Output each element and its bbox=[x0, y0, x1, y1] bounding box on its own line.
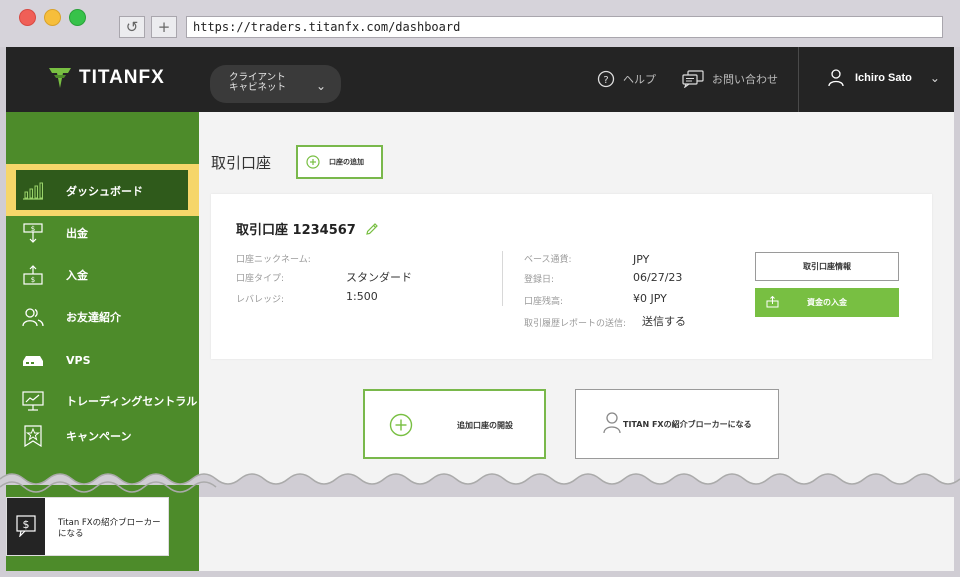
sidebar-item-label: お友達紹介 bbox=[66, 311, 121, 324]
registered-date-value: 06/27/23 bbox=[633, 271, 683, 284]
plus-circle-icon bbox=[306, 155, 320, 169]
trading-central-icon bbox=[22, 391, 44, 411]
contact-link[interactable]: お問い合わせ bbox=[682, 70, 778, 88]
deposit-funds-button[interactable]: 資金の入金 bbox=[755, 288, 899, 317]
main-content: 取引口座 口座の追加 取引口座 1234567 口座ニックネーム: 口座タイプ:… bbox=[199, 112, 954, 571]
new-tab-button[interactable]: + bbox=[151, 16, 177, 38]
chevron-down-icon: ⌄ bbox=[315, 79, 326, 93]
chat-icon bbox=[682, 70, 704, 88]
page-title: 取引口座 bbox=[211, 154, 272, 172]
sidebar-item-deposit[interactable]: $ 入金 bbox=[6, 255, 199, 295]
logo-text: TITANFX bbox=[79, 67, 165, 88]
contact-label: お問い合わせ bbox=[712, 73, 778, 86]
leverage-label: レバレッジ: bbox=[236, 295, 285, 305]
sidebar-item-campaign[interactable]: キャンペーン bbox=[6, 416, 199, 456]
sidebar-item-label: 出金 bbox=[66, 227, 88, 240]
user-name: Ichiro Sato bbox=[855, 72, 912, 84]
account-type-label: 口座タイプ: bbox=[236, 274, 285, 284]
help-icon: ? bbox=[597, 70, 615, 88]
chevron-down-icon: ⌄ bbox=[929, 71, 940, 85]
deposit-funds-label: 資金の入金 bbox=[807, 298, 847, 307]
sidebar-item-label: ダッシュボード bbox=[66, 185, 143, 198]
open-additional-account-button[interactable]: 追加口座の開設 bbox=[363, 389, 546, 459]
help-label: ヘルプ bbox=[623, 73, 656, 86]
svg-text:$: $ bbox=[23, 518, 30, 531]
svg-text:$: $ bbox=[31, 225, 35, 233]
report-label: 取引履歴レポートの送信: bbox=[524, 319, 627, 329]
send-report-link[interactable]: 送信する bbox=[642, 313, 686, 329]
sidebar-item-label: キャンペーン bbox=[66, 430, 132, 443]
sidebar-item-withdraw[interactable]: $ 出金 bbox=[6, 213, 199, 253]
balance-value: ¥0 JPY bbox=[633, 292, 667, 305]
sidebar-item-referral[interactable]: お友達紹介 bbox=[6, 297, 199, 337]
base-currency-value: JPY bbox=[633, 253, 650, 266]
nickname-label: 口座ニックネーム: bbox=[236, 255, 311, 265]
account-info-button[interactable]: 取引口座情報 bbox=[755, 252, 899, 281]
bar-chart-icon bbox=[23, 182, 43, 200]
user-icon bbox=[828, 69, 844, 87]
ib-promo-text: Titan FXの紹介ブローカーになる bbox=[58, 518, 161, 539]
titanfx-logo[interactable]: TITANFX bbox=[48, 66, 165, 90]
account-title: 取引口座 1234567 bbox=[236, 223, 356, 238]
server-icon bbox=[23, 356, 43, 366]
user-icon bbox=[603, 412, 621, 434]
balance-label: 口座残高: bbox=[524, 297, 564, 307]
browser-chrome: ↺ + https://traders.titanfx.com/dashboar… bbox=[0, 0, 960, 47]
top-navigation-bar: TITANFX クライアント キャビネット ⌄ ? ヘルプ お問い合わせ Ich… bbox=[6, 47, 954, 112]
dollar-chat-icon: $ bbox=[16, 515, 36, 537]
svg-text:?: ? bbox=[603, 75, 608, 86]
withdraw-icon: $ bbox=[23, 223, 43, 243]
portal-label-line2: キャビネット bbox=[229, 82, 287, 93]
base-currency-label: ベース通貨: bbox=[524, 255, 572, 265]
registered-date-label: 登録日: bbox=[524, 275, 555, 285]
client-cabinet-dropdown[interactable]: クライアント キャビネット ⌄ bbox=[210, 65, 341, 103]
become-broker-label: TITAN FXの紹介ブローカーになる bbox=[623, 420, 752, 429]
ib-promo-card[interactable]: $ Titan FXの紹介ブローカーになる bbox=[6, 497, 169, 556]
deposit-icon: $ bbox=[23, 265, 43, 285]
close-window-button[interactable] bbox=[19, 9, 36, 26]
reload-button[interactable]: ↺ bbox=[119, 16, 145, 38]
card-divider bbox=[502, 251, 503, 306]
open-additional-account-label: 追加口座の開設 bbox=[457, 421, 513, 430]
account-type-value: スタンダード bbox=[346, 271, 412, 284]
sidebar-item-dashboard[interactable]: ダッシュボード bbox=[6, 164, 199, 216]
sidebar-item-label: トレーディングセントラル bbox=[66, 395, 198, 408]
svg-text:$: $ bbox=[31, 276, 35, 284]
sidebar-item-trading-central[interactable]: トレーディングセントラル bbox=[6, 381, 199, 421]
edit-pencil-icon[interactable] bbox=[365, 222, 379, 236]
sidebar-item-vps[interactable]: VPS bbox=[6, 340, 199, 380]
header-divider bbox=[798, 47, 799, 112]
sidebar-item-label: VPS bbox=[66, 353, 91, 367]
plus-circle-icon bbox=[389, 413, 413, 437]
maximize-window-button[interactable] bbox=[69, 9, 86, 26]
help-link[interactable]: ? ヘルプ bbox=[597, 70, 656, 88]
referral-icon bbox=[22, 308, 44, 327]
user-menu[interactable]: Ichiro Sato ⌄ bbox=[828, 69, 940, 87]
url-bar[interactable]: https://traders.titanfx.com/dashboard bbox=[186, 16, 943, 38]
titan-logo-icon bbox=[49, 68, 71, 88]
torn-edge-divider bbox=[0, 473, 960, 497]
minimize-window-button[interactable] bbox=[44, 9, 61, 26]
sidebar-item-label: 入金 bbox=[66, 269, 88, 282]
account-card: 取引口座 1234567 口座ニックネーム: 口座タイプ: スタンダード レバレ… bbox=[211, 194, 932, 359]
add-account-button[interactable]: 口座の追加 bbox=[296, 145, 383, 179]
become-broker-button[interactable]: TITAN FXの紹介ブローカーになる bbox=[575, 389, 779, 459]
leverage-value: 1:500 bbox=[346, 290, 378, 303]
campaign-icon bbox=[24, 425, 42, 447]
add-account-label: 口座の追加 bbox=[329, 158, 364, 166]
